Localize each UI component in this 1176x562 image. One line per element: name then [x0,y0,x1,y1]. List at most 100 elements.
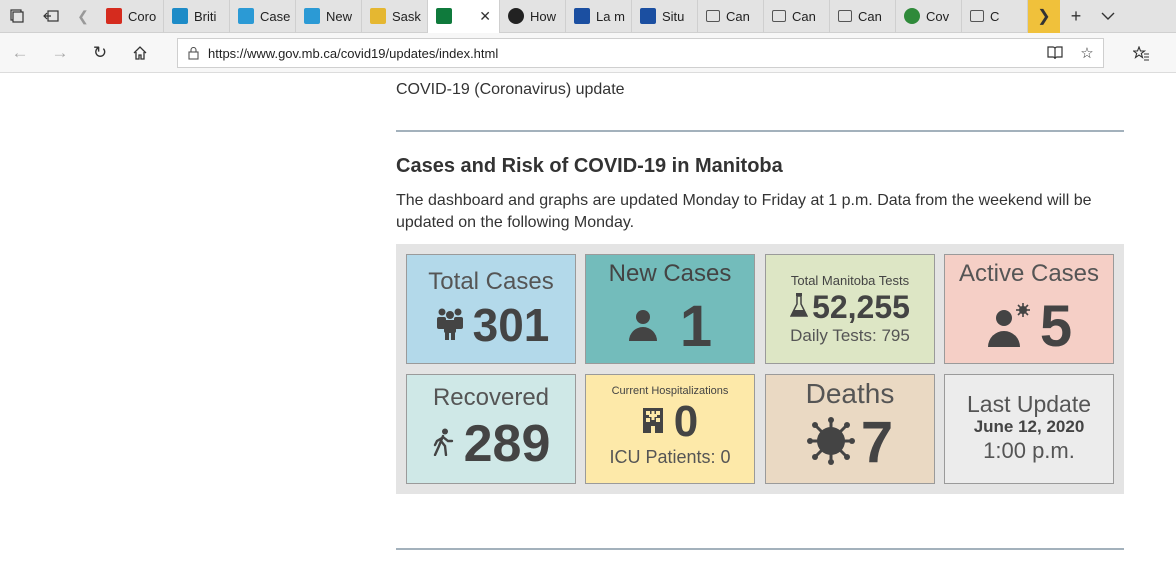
tab-title: Cov [926,8,950,24]
browser-tab[interactable]: Briti [164,0,230,33]
tab-actions-icon[interactable] [0,0,34,33]
browser-tab[interactable]: Coro [98,0,164,33]
browser-tab[interactable]: How [500,0,566,33]
deaths-card: Deaths 7 [765,374,935,484]
quebec-icon [640,8,656,24]
tab-active[interactable]: ✕ [428,0,500,33]
chart-app-icon [238,8,254,24]
tab-title: Can [726,8,750,24]
icu-patients: ICU Patients: 0 [609,447,731,467]
deaths-value: 7 [860,410,894,475]
deaths-label: Deaths [805,378,895,409]
page-icon [970,10,984,22]
active-cases-value: 5 [1039,294,1073,359]
shield-icon [508,8,524,24]
total-cases-label: Total Cases [428,268,554,295]
recovered-card: Recovered 289 [406,374,576,484]
tab-title: New [326,8,353,24]
browser-tab[interactable]: Situ [632,0,698,33]
last-update-card: Last Update June 12, 2020 1:00 p.m. [944,374,1114,484]
browser-tab[interactable]: La m [566,0,632,33]
quebec-icon [574,8,590,24]
recovered-value: 289 [463,415,551,473]
back-icon[interactable]: ← [0,33,40,73]
globe-icon [904,8,920,24]
page-icon [838,10,852,22]
covid-dashboard: Total Cases 301 New Cases 1 Total Manito… [396,244,1124,494]
tab-title: Can [858,8,882,24]
chevron-down-icon[interactable] [1092,0,1124,33]
new-cases-card: New Cases 1 [585,254,755,364]
forward-icon[interactable]: → [40,33,80,73]
lock-icon [178,46,208,60]
favorites-hub-icon[interactable] [1125,33,1157,73]
page-icon [706,10,720,22]
active-cases-card: Active Cases 5 [944,254,1114,364]
sask-icon [370,8,386,24]
close-tab-icon[interactable]: ✕ [479,8,491,25]
home-icon[interactable] [120,33,160,73]
navigation-bar: ← → ↻ https://www.gov.mb.ca/covid19/upda… [0,33,1176,73]
section-heading: Cases and Risk of COVID-19 in Manitoba [396,155,783,177]
people-icon [433,306,467,345]
tab-title: Briti [194,8,217,24]
divider [396,548,1124,550]
walking-person-icon [432,428,454,461]
tests-card: Total Manitoba Tests 52,255 Daily Tests:… [765,254,935,364]
page-content: COVID-19 (Coronavirus) update Cases and … [396,73,1124,494]
set-tabs-aside-icon[interactable] [34,0,68,33]
person-virus-icon [986,302,1032,352]
browser-tab[interactable]: New [296,0,362,33]
tab-title: La m [596,8,625,24]
tab-list: Coro Briti Case New Sask ✕ How La m Situ Can Can Ca… [98,0,1028,33]
active-cases-label: Active Cases [958,260,1100,287]
new-cases-label: New Cases [608,260,732,287]
person-icon [628,309,658,346]
virus-icon [806,416,855,470]
new-cases-value: 1 [679,294,713,359]
browser-tab[interactable]: Sask [362,0,428,33]
hospitalizations-label: Current Hospitalizations [611,385,729,397]
divider [396,130,1124,132]
flask-icon [789,292,809,323]
address-bar[interactable]: https://www.gov.mb.ca/covid19/updates/in… [177,38,1104,68]
browser-tab[interactable]: Cov [896,0,962,33]
manitoba-icon [436,8,452,24]
tab-title: How [530,8,557,24]
hospitalizations-value: 0 [673,397,699,446]
tests-value: 52,255 [812,289,910,325]
browser-tab[interactable]: Can [764,0,830,33]
tab-title: Sask [392,8,421,24]
browser-tab[interactable]: Can [830,0,896,33]
bc-logo-icon [172,8,188,24]
page-icon [772,10,786,22]
new-tab-icon[interactable]: + [1060,0,1092,33]
favorite-star-icon[interactable]: ☆ [1071,44,1103,62]
tab-title: C [990,8,1000,24]
tab-title: Case [260,8,290,24]
reading-view-icon[interactable] [1039,46,1071,60]
last-update-time: 1:00 p.m. [983,438,1075,463]
tests-label: Total Manitoba Tests [790,273,910,288]
scroll-tabs-left-icon[interactable]: ❮ [68,0,98,33]
last-update-label: Last Update [966,391,1092,417]
total-cases-card: Total Cases 301 [406,254,576,364]
hospitalizations-card: Current Hospitalizations 0 ICU Patients:… [585,374,755,484]
tab-title: Situ [662,8,685,24]
chart-app-icon [304,8,320,24]
browser-tab[interactable]: C [962,0,1028,33]
page-subtitle: COVID-19 (Coronavirus) update [396,81,625,98]
last-update-date: June 12, 2020 [973,417,1085,436]
browser-tab[interactable]: Case [230,0,296,33]
tab-title: Can [792,8,816,24]
canada-flag-icon [106,8,122,24]
browser-tab[interactable]: Can [698,0,764,33]
tab-title: Coro [128,8,157,24]
daily-tests: Daily Tests: 795 [790,326,910,345]
total-cases-value: 301 [472,299,550,351]
url-text[interactable]: https://www.gov.mb.ca/covid19/updates/in… [208,46,1039,61]
scroll-tabs-right-icon[interactable]: ❯ [1028,0,1060,33]
recovered-label: Recovered [432,384,550,411]
tab-strip: ❮ Coro Briti Case New Sask ✕ How La m Situ Can Can… [0,0,1176,33]
refresh-icon[interactable]: ↻ [80,33,120,73]
